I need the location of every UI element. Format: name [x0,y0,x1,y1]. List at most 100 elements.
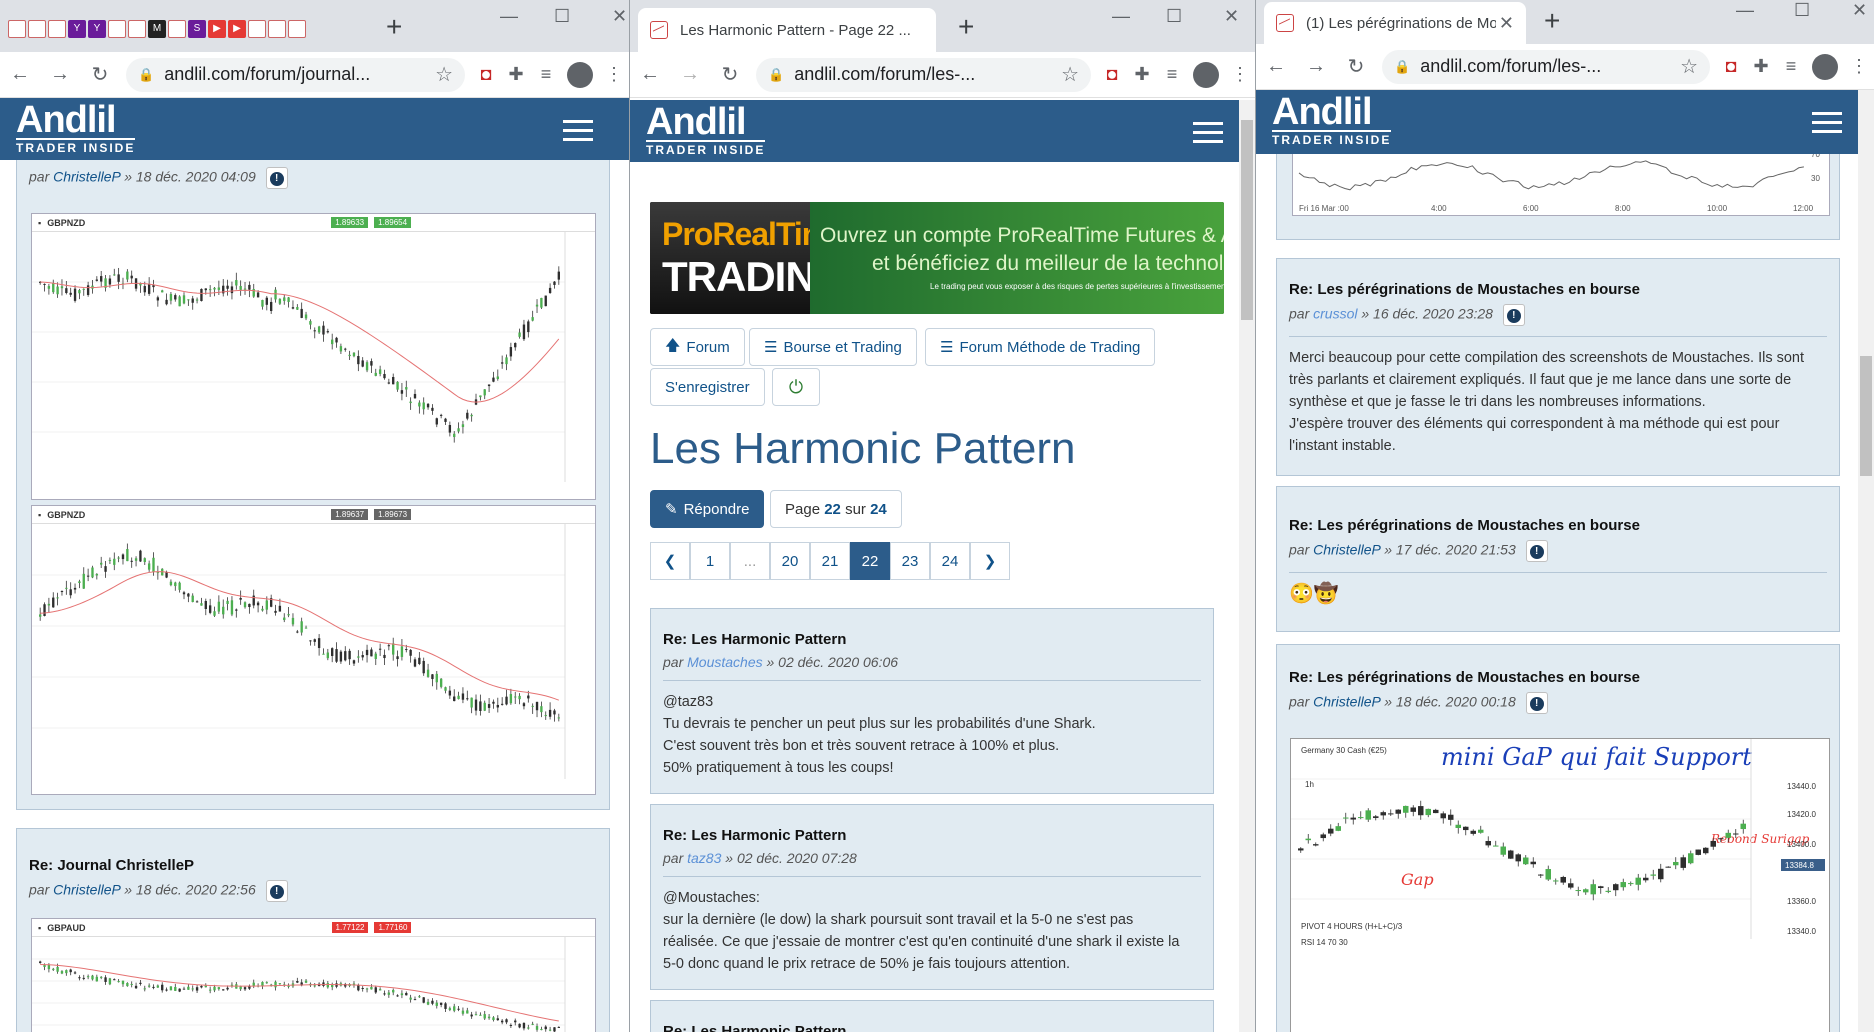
reply-button[interactable]: ✎ Répondre [650,490,765,528]
pinned-tab-icon[interactable] [28,20,46,38]
reload-icon[interactable]: ↻ [80,62,120,87]
puzzle-extensions-icon[interactable]: ✚ [1746,56,1776,77]
pinned-tab-icon[interactable] [108,20,126,38]
active-tab[interactable]: Les Harmonic Pattern - Page 22 ... [638,8,936,52]
bookmark-star-icon[interactable]: ☆ [1680,54,1698,79]
media-control-icon[interactable]: ≡ [1157,64,1187,85]
pinned-tab-icon[interactable]: Y [68,20,86,38]
pagination-page[interactable]: 20 [770,542,810,580]
author-link[interactable]: crussol [1313,306,1357,322]
page-scrollbar[interactable] [1239,100,1255,1032]
register-button[interactable]: S'enregistrer [650,368,765,406]
pinned-tab-icon[interactable]: M [148,20,166,38]
profile-avatar-icon[interactable] [567,61,593,88]
pagination-page[interactable]: 21 [810,542,850,580]
page-scrollbar[interactable] [1858,90,1874,1032]
profile-avatar-icon[interactable] [1193,61,1219,88]
close-tab-icon[interactable]: ✕ [1499,13,1514,34]
active-tab[interactable]: (1) Les pérégrinations de Moustache ✕ [1264,2,1526,44]
author-link[interactable]: ChristelleP [1313,694,1380,710]
puzzle-extensions-icon[interactable]: ✚ [501,64,531,85]
maximize-button[interactable]: ☐ [554,6,570,27]
bookmark-star-icon[interactable]: ☆ [435,62,453,87]
extension-icon[interactable]: ◘ [471,64,501,85]
pinned-tab-icon[interactable] [288,20,306,38]
post-title[interactable]: Re: Les Harmonic Pattern [663,827,1201,844]
address-bar[interactable]: 🔒 andlil.com/forum/journal... ☆ [126,57,465,92]
pinned-tab-icon[interactable]: Y [88,20,106,38]
site-logo[interactable]: Andlil TRADER INSIDE [1272,92,1392,147]
address-bar[interactable]: 🔒 andlil.com/forum/les-... ☆ [1382,49,1710,84]
pagination-page[interactable]: 1 [690,542,730,580]
login-power-button[interactable]: ⏻ [772,368,820,406]
extension-icon[interactable]: ◘ [1097,64,1127,85]
hamburger-menu-icon[interactable] [1193,122,1223,149]
maximize-button[interactable]: ☐ [1166,6,1182,27]
puzzle-extensions-icon[interactable]: ✚ [1127,64,1157,85]
maximize-button[interactable]: ☐ [1794,0,1810,21]
pagination-prev[interactable]: ❮ [650,542,690,580]
back-icon[interactable]: ← [1256,55,1296,78]
profile-avatar-icon[interactable] [1812,53,1838,80]
info-icon[interactable]: ! [1502,304,1525,326]
minimize-button[interactable]: — [1112,6,1130,27]
post-title[interactable]: Re: Les Harmonic Pattern [663,1023,1201,1032]
media-control-icon[interactable]: ≡ [531,64,561,85]
site-logo[interactable]: Andlil TRADER INSIDE [16,100,136,155]
info-icon[interactable]: ! [265,167,288,189]
youtube-tab-icon[interactable]: ▶ [208,20,226,38]
youtube-tab-icon[interactable]: ▶ [228,20,246,38]
pinned-tab-icon[interactable] [128,20,146,38]
menu-kebab-icon[interactable]: ⋮ [1844,56,1874,77]
new-tab-button[interactable]: + [386,12,402,42]
author-link[interactable]: ChristelleP [53,169,120,185]
pinned-tab-icon[interactable] [48,20,66,38]
author-link[interactable]: ChristelleP [53,882,120,898]
extension-icon[interactable]: ◘ [1716,56,1746,77]
pagination-page[interactable]: 24 [930,542,970,580]
address-bar[interactable]: 🔒 andlil.com/forum/les-... ☆ [756,57,1091,92]
menu-kebab-icon[interactable]: ⋮ [1225,64,1255,85]
pagination-next[interactable]: ❯ [970,542,1010,580]
back-icon[interactable]: ← [0,63,40,86]
forward-icon[interactable]: → [1296,55,1336,78]
forum-methode-button[interactable]: ☰ Forum Méthode de Trading [925,328,1156,366]
close-window-button[interactable]: ✕ [612,6,627,27]
bourse-trading-button[interactable]: ☰ Bourse et Trading [749,328,917,366]
reload-icon[interactable]: ↻ [1336,54,1376,79]
pagination-page[interactable]: 23 [890,542,930,580]
menu-kebab-icon[interactable]: ⋮ [599,64,629,85]
close-window-button[interactable]: ✕ [1852,0,1867,21]
post-title[interactable]: Re: Les pérégrinations de Moustaches en … [1289,517,1827,534]
media-control-icon[interactable]: ≡ [1776,56,1806,77]
site-logo[interactable]: Andlil TRADER INSIDE [646,102,766,157]
pinned-tab-icon[interactable] [168,20,186,38]
post-title[interactable]: Re: Les pérégrinations de Moustaches en … [1289,281,1827,298]
new-tab-button[interactable]: + [1544,6,1560,36]
bookmark-star-icon[interactable]: ☆ [1061,62,1079,87]
scrollbar-thumb[interactable] [1860,356,1872,476]
author-link[interactable]: taz83 [687,850,721,866]
hamburger-menu-icon[interactable] [1812,112,1842,139]
author-link[interactable]: Moustaches [687,654,762,670]
pinned-tab-icon[interactable] [248,20,266,38]
new-tab-button[interactable]: + [958,12,974,42]
scrollbar-thumb[interactable] [1241,120,1253,320]
author-link[interactable]: ChristelleP [1313,542,1380,558]
minimize-button[interactable]: — [500,6,518,27]
pinned-tab-icon[interactable] [268,20,286,38]
post-title[interactable]: Re: Les Harmonic Pattern [663,631,1201,648]
forward-icon[interactable]: → [670,63,710,86]
pagination-current[interactable]: 22 [850,542,890,580]
post-title[interactable]: Re: Journal ChristelleP [29,857,597,874]
post-title[interactable]: Re: Les pérégrinations de Moustaches en … [1289,669,1827,686]
info-icon[interactable]: ! [265,880,288,902]
reload-icon[interactable]: ↻ [710,62,750,87]
pinned-tab-icon[interactable]: S [188,20,206,38]
close-window-button[interactable]: ✕ [1224,6,1239,27]
prorealtime-banner[interactable]: ProRealTime TRADING Ouvrez un compte Pro… [650,202,1224,314]
hamburger-menu-icon[interactable] [563,120,593,147]
forum-button[interactable]: 🡅 Forum [650,328,745,366]
pinned-tab-icon[interactable] [8,20,26,38]
info-icon[interactable]: ! [1525,540,1548,562]
